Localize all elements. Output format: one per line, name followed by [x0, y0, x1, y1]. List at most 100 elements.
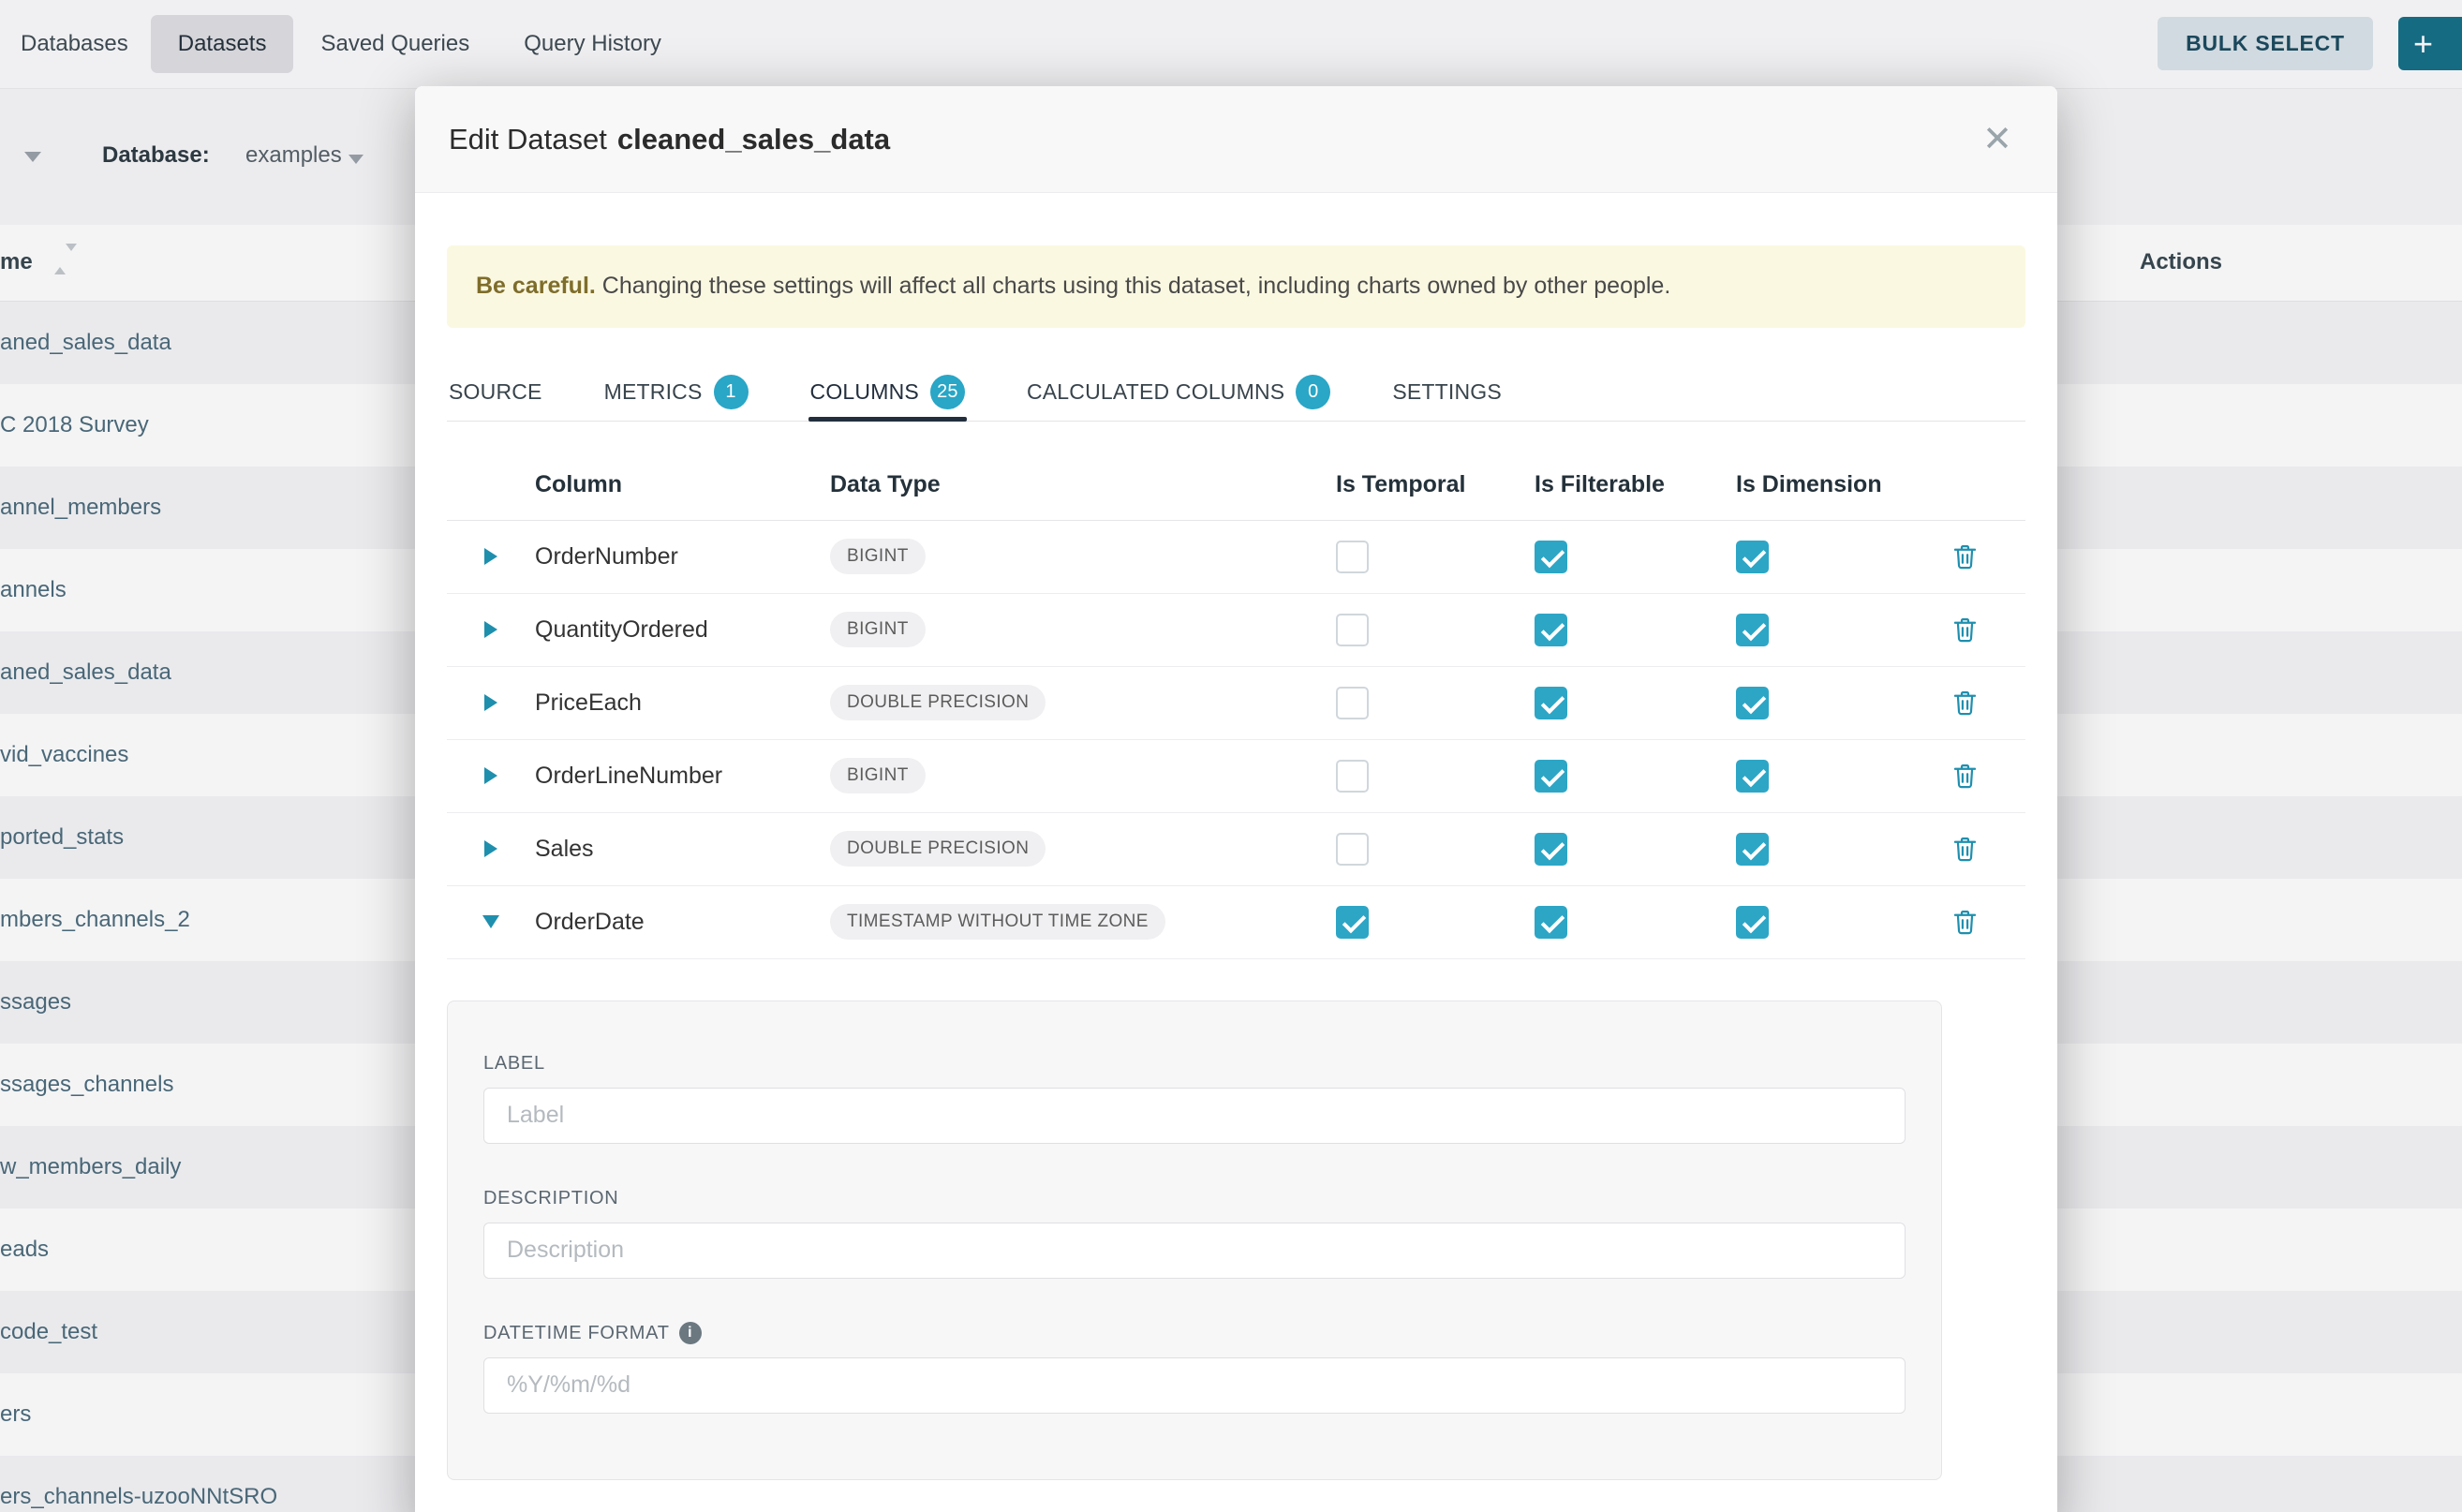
- is-filterable-checkbox[interactable]: [1535, 541, 1567, 573]
- description-field-label-text: DESCRIPTION: [483, 1187, 618, 1209]
- is-filterable-cell: [1535, 687, 1736, 719]
- delete-column-icon[interactable]: [1950, 615, 2025, 645]
- delete-column-icon[interactable]: [1950, 762, 2025, 791]
- data-type-cell: BIGINT: [830, 612, 1336, 647]
- is-dimension-header: Is Dimension: [1736, 471, 1945, 498]
- column-header: Column: [535, 471, 830, 498]
- is-temporal-checkbox[interactable]: [1336, 614, 1369, 646]
- warning-text: Changing these settings will affect all …: [596, 273, 1670, 299]
- column-detail-panel: LABEL DESCRIPTION DATETIME FORMAT i: [447, 1001, 1942, 1480]
- caret-right-icon: [484, 767, 497, 784]
- datetime-format-input[interactable]: [483, 1357, 1906, 1414]
- modal-title-prefix: Edit Dataset: [449, 123, 607, 156]
- tab-source[interactable]: SOURCE: [447, 363, 544, 421]
- column-name: QuantityOrdered: [535, 616, 830, 644]
- is-temporal-checkbox[interactable]: [1336, 906, 1369, 939]
- is-filterable-checkbox[interactable]: [1535, 833, 1567, 866]
- label-field-label-text: LABEL: [483, 1052, 545, 1075]
- modal-title: Edit Dataset cleaned_sales_data: [449, 123, 890, 156]
- is-temporal-cell: [1336, 687, 1535, 719]
- expand-toggle[interactable]: [447, 548, 535, 565]
- is-temporal-checkbox[interactable]: [1336, 541, 1369, 573]
- data-type-cell: DOUBLE PRECISION: [830, 685, 1336, 720]
- data-type-pill: DOUBLE PRECISION: [830, 685, 1046, 720]
- caret-down-icon: [482, 915, 499, 928]
- info-icon[interactable]: i: [679, 1322, 702, 1344]
- datetime-format-field-group: DATETIME FORMAT i: [483, 1322, 1906, 1414]
- is-dimension-checkbox[interactable]: [1736, 614, 1769, 646]
- expand-toggle[interactable]: [447, 621, 535, 638]
- is-filterable-checkbox[interactable]: [1535, 687, 1567, 719]
- is-temporal-checkbox[interactable]: [1336, 833, 1369, 866]
- is-filterable-cell: [1535, 614, 1736, 646]
- label-input[interactable]: [483, 1088, 1906, 1144]
- is-filterable-cell: [1535, 906, 1736, 939]
- data-type-cell: DOUBLE PRECISION: [830, 831, 1336, 867]
- is-temporal-cell: [1336, 614, 1535, 646]
- caret-right-icon: [484, 694, 497, 711]
- data-type-pill: BIGINT: [830, 758, 926, 793]
- expand-toggle[interactable]: [447, 694, 535, 711]
- close-icon[interactable]: ✕: [1977, 116, 2024, 163]
- modal-title-dataset-name: cleaned_sales_data: [617, 123, 890, 156]
- column-name: OrderLineNumber: [535, 763, 830, 790]
- columns-table: Column Data Type Is Temporal Is Filterab…: [447, 450, 2025, 959]
- is-temporal-cell: [1336, 833, 1535, 866]
- is-temporal-cell: [1336, 906, 1535, 939]
- tab-columns[interactable]: COLUMNS 25: [808, 363, 967, 421]
- column-row-orderdate: OrderDateTIMESTAMP WITHOUT TIME ZONE: [447, 886, 2025, 959]
- is-dimension-checkbox[interactable]: [1736, 760, 1769, 793]
- is-filterable-checkbox[interactable]: [1535, 906, 1567, 939]
- is-dimension-cell: [1736, 614, 1945, 646]
- is-dimension-checkbox[interactable]: [1736, 687, 1769, 719]
- is-dimension-cell: [1736, 687, 1945, 719]
- delete-column-icon[interactable]: [1950, 542, 2025, 571]
- is-temporal-checkbox[interactable]: [1336, 687, 1369, 719]
- tab-count-badge: 0: [1296, 375, 1330, 409]
- expand-toggle[interactable]: [447, 840, 535, 857]
- datetime-format-label-text: DATETIME FORMAT: [483, 1322, 670, 1344]
- column-name: OrderNumber: [535, 543, 830, 571]
- delete-column-icon[interactable]: [1950, 689, 2025, 718]
- is-temporal-header: Is Temporal: [1336, 471, 1535, 498]
- columns-table-header-row: Column Data Type Is Temporal Is Filterab…: [447, 450, 2025, 521]
- is-temporal-checkbox[interactable]: [1336, 760, 1369, 793]
- tab-count-badge: 1: [714, 375, 749, 409]
- delete-column-icon[interactable]: [1950, 835, 2025, 864]
- modal-body: Be careful. Changing these settings will…: [415, 245, 2057, 1480]
- description-input[interactable]: [483, 1223, 1906, 1279]
- warning-bold-text: Be careful.: [476, 273, 596, 299]
- data-type-cell: TIMESTAMP WITHOUT TIME ZONE: [830, 904, 1336, 940]
- expand-toggle[interactable]: [447, 767, 535, 784]
- is-filterable-cell: [1535, 541, 1736, 573]
- is-dimension-cell: [1736, 760, 1945, 793]
- tab-label: CALCULATED COLUMNS: [1027, 379, 1284, 405]
- delete-column-icon[interactable]: [1950, 908, 2025, 937]
- is-filterable-checkbox[interactable]: [1535, 760, 1567, 793]
- tab-count-badge: 25: [930, 375, 965, 409]
- column-row-sales: SalesDOUBLE PRECISION: [447, 813, 2025, 886]
- datetime-format-field-label: DATETIME FORMAT i: [483, 1322, 1906, 1344]
- is-filterable-checkbox[interactable]: [1535, 614, 1567, 646]
- is-dimension-cell: [1736, 541, 1945, 573]
- data-type-pill: BIGINT: [830, 612, 926, 647]
- is-temporal-cell: [1336, 541, 1535, 573]
- data-type-cell: BIGINT: [830, 758, 1336, 793]
- is-dimension-cell: [1736, 833, 1945, 866]
- tab-label: COLUMNS: [810, 379, 919, 405]
- is-filterable-cell: [1535, 833, 1736, 866]
- data-type-header: Data Type: [830, 471, 1336, 498]
- tab-settings[interactable]: SETTINGS: [1390, 363, 1504, 421]
- is-dimension-checkbox[interactable]: [1736, 833, 1769, 866]
- caret-right-icon: [484, 548, 497, 565]
- description-field-group: DESCRIPTION: [483, 1187, 1906, 1279]
- label-field-label: LABEL: [483, 1052, 1906, 1075]
- column-name: PriceEach: [535, 689, 830, 717]
- is-dimension-checkbox[interactable]: [1736, 541, 1769, 573]
- expand-toggle[interactable]: [447, 915, 535, 928]
- is-dimension-checkbox[interactable]: [1736, 906, 1769, 939]
- tab-calculated-columns[interactable]: CALCULATED COLUMNS 0: [1025, 363, 1332, 421]
- tab-metrics[interactable]: METRICS1: [602, 363, 750, 421]
- is-filterable-cell: [1535, 760, 1736, 793]
- data-type-pill: TIMESTAMP WITHOUT TIME ZONE: [830, 904, 1165, 940]
